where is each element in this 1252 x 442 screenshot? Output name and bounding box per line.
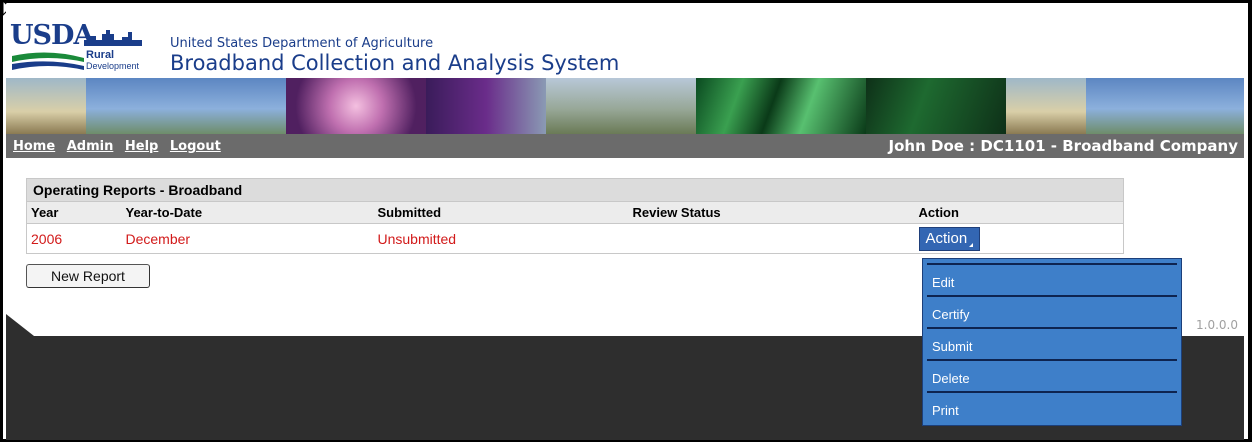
nav-link-logout[interactable]: Logout <box>170 139 221 154</box>
panel-corner <box>6 314 34 336</box>
new-report-button[interactable]: New Report <box>26 264 150 288</box>
cell-submitted: Unsubmitted <box>377 230 457 247</box>
header-banner-image <box>6 78 1244 134</box>
menu-item-delete[interactable]: Delete <box>923 361 1181 391</box>
cell-ytd: December <box>125 230 191 247</box>
department-name: United States Department of Agriculture <box>170 36 434 51</box>
table-title: Operating Reports - Broadband <box>26 178 1124 202</box>
table-row: 2006 December Unsubmitted Action <box>27 224 1124 254</box>
action-menu: Edit Certify Submit Delete Print <box>922 258 1182 426</box>
dropdown-caret-icon <box>969 242 974 247</box>
column-header-ytd: Year-to-Date <box>121 201 374 224</box>
top-nav-bar: Home Admin Help Logout John Doe : DC1101… <box>6 134 1244 158</box>
column-header-action: Action <box>914 201 1124 224</box>
action-dropdown-button[interactable]: Action <box>918 226 981 251</box>
nav-link-help[interactable]: Help <box>125 139 158 154</box>
site-header: USDA Rural Development United States Dep… <box>6 4 1244 76</box>
menu-item-print[interactable]: Print <box>923 393 1181 423</box>
system-title: Broadband Collection and Analysis System <box>170 51 620 75</box>
cell-year: 2006 <box>31 230 63 247</box>
menu-item-certify[interactable]: Certify <box>923 297 1181 327</box>
version-label: 1.0.0.0 <box>1196 318 1238 332</box>
user-info: John Doe : DC1101 - Broadband Company <box>888 137 1238 155</box>
menu-item-edit[interactable]: Edit <box>923 265 1181 295</box>
cell-review-status <box>629 224 915 254</box>
nav-links: Home Admin Help Logout <box>13 139 228 154</box>
nav-link-home[interactable]: Home <box>13 139 55 154</box>
column-header-submitted: Submitted <box>373 201 629 224</box>
menu-item-submit[interactable]: Submit <box>923 329 1181 359</box>
column-header-review-status: Review Status <box>628 201 915 224</box>
operating-reports-table: Operating Reports - Broadband Year Year-… <box>26 178 1124 254</box>
column-header-year: Year <box>26 201 122 224</box>
usda-logo: USDA Rural Development <box>10 6 160 76</box>
nav-link-admin[interactable]: Admin <box>67 139 114 154</box>
